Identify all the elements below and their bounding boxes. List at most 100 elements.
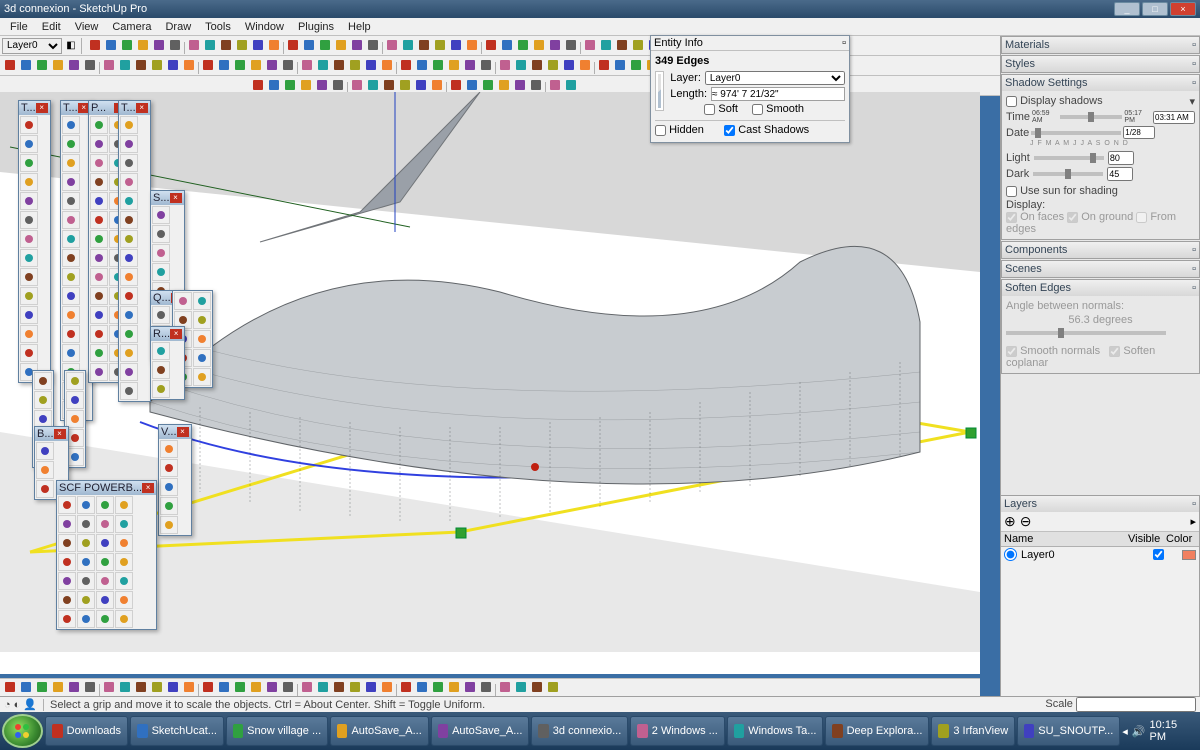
palette-tool-icon[interactable] (20, 268, 38, 286)
menu-tools[interactable]: Tools (199, 20, 237, 34)
task-button-3[interactable]: AutoSave_A... (330, 716, 429, 746)
toolbar3-icon-10[interactable] (413, 77, 429, 93)
palette-title[interactable]: R...× (151, 327, 184, 341)
entity-info-panel[interactable]: Entity Info▫ 349 Edges Layer:Layer0 Leng… (650, 35, 850, 143)
menu-camera[interactable]: Camera (106, 20, 157, 34)
palette-tool-icon[interactable] (90, 116, 108, 134)
btoolbar1-icon-19[interactable] (315, 679, 331, 695)
toolbar1-icon-1[interactable] (103, 37, 119, 53)
palette-tool-icon[interactable] (160, 459, 178, 477)
btoolbar1-icon-12[interactable] (200, 679, 216, 695)
palette-tool-icon[interactable] (90, 154, 108, 172)
palette-tool-icon[interactable] (20, 173, 38, 191)
light-slider[interactable] (1034, 156, 1104, 160)
palette-tool-icon[interactable] (193, 349, 211, 367)
btoolbar1-icon-13[interactable] (216, 679, 232, 695)
layers-color-header[interactable]: Color (1166, 533, 1196, 545)
palette-tool-icon[interactable] (193, 368, 211, 386)
palette-tool-icon[interactable] (152, 263, 170, 281)
layers-name-header[interactable]: Name (1004, 533, 1124, 545)
toolbar1-icon-32[interactable] (614, 37, 630, 53)
toolbar3-icon-9[interactable] (397, 77, 413, 93)
remove-layer-icon[interactable]: ⊖ (1020, 513, 1032, 530)
toolbar1-icon-17[interactable] (365, 37, 381, 53)
palette-tool-icon[interactable] (115, 610, 133, 628)
scenes-section[interactable]: Scenes▫ (1002, 261, 1199, 277)
palette-tool-icon[interactable] (120, 116, 138, 134)
palette-close-icon[interactable]: × (136, 103, 148, 113)
toolbar3-icon-7[interactable] (365, 77, 381, 93)
palette-tool-icon[interactable] (62, 173, 80, 191)
palette-tool-icon[interactable] (77, 496, 95, 514)
toolbar1-icon-5[interactable] (167, 37, 183, 53)
toolbar3-icon-2[interactable] (282, 77, 298, 93)
angle-slider[interactable] (1006, 331, 1166, 335)
system-tray[interactable]: ◂ 🔊 10:15 PM (1122, 719, 1198, 743)
btoolbar1-icon-3[interactable] (50, 679, 66, 695)
task-button-1[interactable]: SketchUcat... (130, 716, 224, 746)
palette-tool-icon[interactable] (90, 344, 108, 362)
toolbar3-icon-12[interactable] (448, 77, 464, 93)
palette-tool-icon[interactable] (160, 440, 178, 458)
start-button[interactable] (2, 714, 43, 748)
palette-tool-icon[interactable] (115, 591, 133, 609)
palette-tool-icon[interactable] (115, 515, 133, 533)
palette-tool-icon[interactable] (120, 249, 138, 267)
menu-view[interactable]: View (69, 20, 105, 34)
toolbar2-icon-2[interactable] (34, 57, 50, 73)
palette-tool-icon[interactable] (58, 572, 76, 590)
palette-tool-icon[interactable] (120, 363, 138, 381)
palette-tool-icon[interactable] (58, 591, 76, 609)
toolbar2-icon-0[interactable] (2, 57, 18, 73)
palette-tool-icon[interactable] (62, 154, 80, 172)
toolbar3-icon-14[interactable] (480, 77, 496, 93)
btoolbar1-icon-10[interactable] (165, 679, 181, 695)
palette-tool-icon[interactable] (120, 192, 138, 210)
palette-tool-icon[interactable] (115, 496, 133, 514)
palette-tool-icon[interactable] (66, 410, 84, 428)
toolbar1-icon-27[interactable] (531, 37, 547, 53)
toolbar1-icon-28[interactable] (547, 37, 563, 53)
btoolbar1-icon-24[interactable] (398, 679, 414, 695)
display-shadows-checkbox[interactable]: Display shadows (1006, 95, 1103, 107)
task-button-7[interactable]: Windows Ta... (727, 716, 824, 746)
toolbar2-icon-21[interactable] (347, 57, 363, 73)
palette-tool-icon[interactable] (20, 230, 38, 248)
soft-checkbox[interactable]: Soft (704, 103, 738, 115)
palette-tool-icon[interactable] (36, 480, 54, 498)
layer-visible-checkbox[interactable] (1153, 549, 1164, 560)
btoolbar1-icon-8[interactable] (133, 679, 149, 695)
palette-tool-icon[interactable] (120, 154, 138, 172)
tray-icon[interactable]: ◂ (1122, 725, 1128, 738)
palette-tool-icon[interactable] (62, 249, 80, 267)
toolbar2-icon-29[interactable] (478, 57, 494, 73)
palette-tool-icon[interactable] (20, 116, 38, 134)
palette-tool-icon[interactable] (20, 325, 38, 343)
layer-color-swatch[interactable] (1182, 550, 1196, 560)
menu-plugins[interactable]: Plugins (292, 20, 340, 34)
btoolbar1-icon-21[interactable] (347, 679, 363, 695)
btoolbar1-icon-6[interactable] (101, 679, 117, 695)
toolbar2-icon-30[interactable] (497, 57, 513, 73)
status-icon-3[interactable]: 👤 (23, 698, 37, 711)
palette-tool-icon[interactable] (20, 211, 38, 229)
toolbar3-icon-6[interactable] (349, 77, 365, 93)
palette-tool-icon[interactable] (62, 192, 80, 210)
scale-input[interactable] (1076, 697, 1196, 712)
toolbar3-icon-8[interactable] (381, 77, 397, 93)
palette-tool-icon[interactable] (115, 553, 133, 571)
palette-tool-icon[interactable] (120, 382, 138, 400)
palette-tool-icon[interactable] (120, 230, 138, 248)
soften-edges-section[interactable]: Soften Edges▫ (1002, 280, 1199, 296)
layer-selector[interactable]: Layer0 (2, 38, 62, 54)
hidden-checkbox[interactable]: Hidden (655, 124, 704, 136)
palette-tool-icon[interactable] (96, 553, 114, 571)
palette-tool-icon[interactable] (90, 306, 108, 324)
palette-tool-icon[interactable] (62, 325, 80, 343)
tray-icon[interactable]: 🔊 (1132, 725, 1146, 738)
dark-slider[interactable] (1033, 172, 1103, 176)
toolbar2-icon-31[interactable] (513, 57, 529, 73)
palette-title[interactable]: V...× (159, 425, 191, 439)
toolbar1-icon-14[interactable] (317, 37, 333, 53)
toolbar2-icon-37[interactable] (612, 57, 628, 73)
